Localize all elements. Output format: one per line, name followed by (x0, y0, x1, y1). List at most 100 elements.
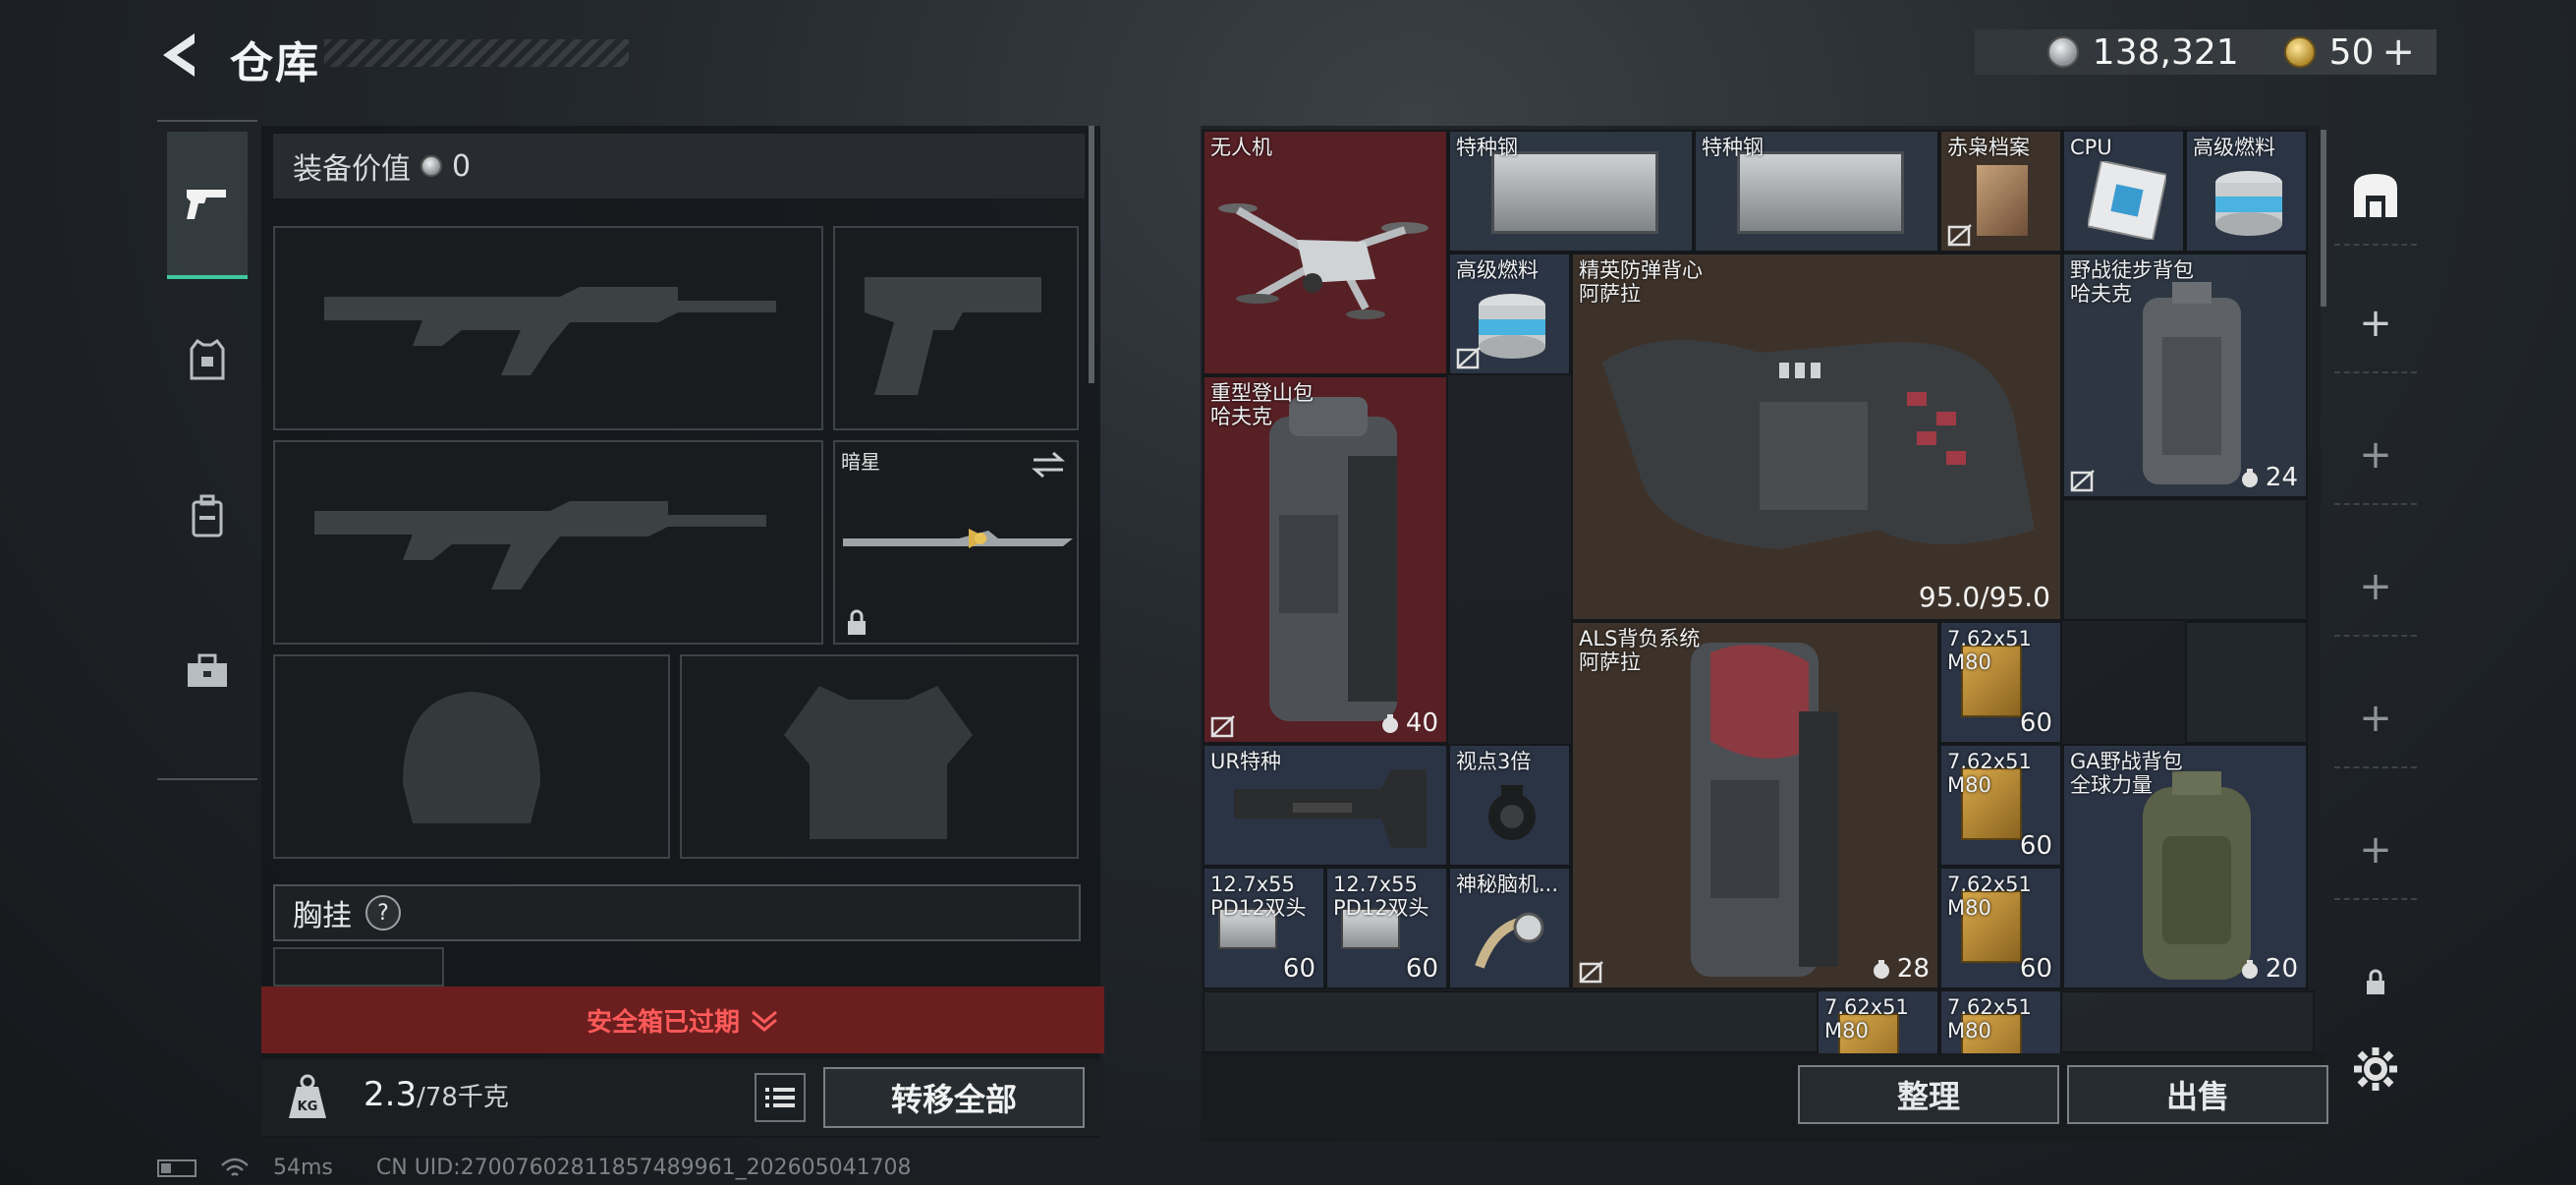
rifle-silhouette-icon (314, 501, 766, 590)
item-name: 12.7x55 PD12双头 (1333, 873, 1429, 920)
item-name: ALS背负系统 阿萨拉 (1579, 627, 1701, 674)
capacity-value: 24 (2265, 463, 2298, 492)
armor-silhouette-icon (784, 686, 973, 839)
item-heavy-mountain-backpack[interactable]: 重型登山包 哈夫克 40 (1203, 375, 1448, 744)
empty-cell[interactable] (2185, 621, 2308, 744)
swap-icon[interactable] (1032, 450, 1065, 480)
safebox-expired-banner[interactable]: 安全箱已过期 (261, 987, 1104, 1053)
add-page-button[interactable]: + (2334, 275, 2417, 373)
chest-rig-row[interactable]: 胸挂 ? (273, 884, 1081, 941)
chest-rig-label: 胸挂 (293, 899, 352, 933)
untradeable-icon (1210, 715, 1235, 738)
sell-button[interactable]: 出售 (2067, 1065, 2328, 1124)
currency-bar: 138,321 50 + (1975, 29, 2436, 75)
rifle-silhouette-icon (324, 287, 776, 375)
transfer-all-button[interactable]: 转移全部 (823, 1067, 1085, 1128)
warehouse-scrollbar[interactable] (2321, 130, 2326, 307)
weight-kg-icon: KG (283, 1073, 332, 1122)
item-ur-stock[interactable]: UR特种 (1203, 744, 1448, 867)
untradeable-icon (1456, 347, 1481, 369)
locked-page[interactable] (2334, 933, 2417, 1032)
tab-toolbox[interactable] (167, 597, 248, 745)
item-name: 神秘脑机... (1456, 873, 1559, 896)
settings-icon[interactable] (2352, 1045, 2399, 1097)
steel-plate-icon (1491, 151, 1658, 234)
help-icon[interactable]: ? (365, 895, 401, 931)
item-name: 7.62x51 M80 (1947, 627, 2032, 674)
empty-cell[interactable] (2062, 498, 2308, 621)
backpack-capacity: 20 (2240, 954, 2298, 984)
primary-weapon-slot-1[interactable] (273, 226, 823, 430)
item-name: 高级燃料 (1456, 258, 1539, 282)
drone-icon (1218, 203, 1428, 319)
ping-value: 54ms (273, 1156, 333, 1180)
chevron-down-icon (752, 1010, 777, 1032)
item-name: 高级燃料 (2193, 136, 2275, 159)
warehouse-grid: 无人机 特种钢 特种钢 赤枭档案 CPU 高级燃料 高级燃料 精英防弹背心 阿萨… (1203, 130, 2315, 1053)
back-icon[interactable] (155, 29, 202, 81)
item-mystery-brain-device[interactable]: 神秘脑机... (1448, 867, 1571, 989)
user-uid: CN UID:270076028118574899​61_20260504170… (375, 1156, 912, 1180)
item-ammo-762[interactable]: 7.62x51 M80 60 (1939, 744, 2062, 867)
item-name: 野战徒步背包 哈夫克 (2070, 258, 2194, 306)
item-name: 重型登山包 哈夫克 (1210, 381, 1314, 428)
silver-coin-icon (2046, 36, 2079, 68)
capacity-value: 20 (2265, 954, 2298, 984)
item-ga-field-backpack[interactable]: GA野战背包 全球力量 20 (2062, 744, 2308, 989)
item-ammo-762[interactable]: 7.62x51 M80 (1939, 989, 2062, 1053)
item-ammo-127[interactable]: 12.7x55 PD12双头 60 (1203, 867, 1325, 989)
item-ammo-762[interactable]: 7.62x51 M80 60 (1939, 621, 2062, 744)
backpack-capacity: 28 (1872, 954, 1930, 984)
add-page-button[interactable]: + (2334, 407, 2417, 505)
backpack-capacity: 40 (1380, 708, 1438, 738)
add-currency-button[interactable]: + (2381, 29, 2415, 75)
item-special-steel[interactable]: 特种钢 (1694, 130, 1939, 253)
item-special-steel[interactable]: 特种钢 (1448, 130, 1694, 253)
melee-slot[interactable]: 暗星 (833, 440, 1079, 645)
list-icon (765, 1088, 795, 1107)
tab-backpack[interactable] (167, 442, 248, 590)
equipment-scrollbar[interactable] (1089, 126, 1094, 383)
item-elite-armor-vest[interactable]: 精英防弹背心 阿萨拉 95.0/95.0 (1571, 253, 2062, 621)
body-armor-slot[interactable] (680, 654, 1079, 859)
item-red-owl-files[interactable]: 赤枭档案 (1939, 130, 2062, 253)
equipment-tab-column (157, 120, 257, 780)
item-name: 7.62x51 M80 (1947, 750, 2032, 797)
rifle-stock-icon (1234, 769, 1427, 848)
melee-name: 暗星 (841, 450, 880, 474)
item-name: 赤枭档案 (1947, 136, 2030, 159)
sort-button[interactable]: 整理 (1798, 1065, 2059, 1124)
list-view-button[interactable] (755, 1073, 806, 1122)
tab-weapons[interactable] (167, 132, 248, 279)
item-cpu[interactable]: CPU (2062, 130, 2185, 253)
warehouse-main-tab[interactable] (2334, 147, 2417, 246)
item-ammo-762[interactable]: 7.62x51 M80 60 (1939, 867, 2062, 989)
armor-vest-icon (190, 339, 225, 380)
chest-rig-slot[interactable] (273, 947, 444, 987)
sidearm-slot[interactable] (833, 226, 1079, 430)
weight-max: /78千克 (417, 1083, 509, 1112)
primary-weapon-slot-2[interactable] (273, 440, 823, 645)
scope-icon (1488, 785, 1536, 840)
item-advanced-fuel[interactable]: 高级燃料 (2185, 130, 2308, 253)
item-name: CPU (2070, 136, 2112, 159)
helmet-slot[interactable] (273, 654, 670, 859)
item-count: 60 (2019, 831, 2052, 861)
lock-icon (848, 609, 866, 635)
item-ammo-127[interactable]: 12.7x55 PD12双头 60 (1325, 867, 1448, 989)
item-scope-3x[interactable]: 视点3倍 (1448, 744, 1571, 867)
item-count: 60 (1282, 954, 1316, 984)
tab-armor[interactable] (167, 287, 248, 434)
item-drone[interactable]: 无人机 (1203, 130, 1448, 375)
add-page-button[interactable]: + (2334, 802, 2417, 900)
item-field-hiking-backpack[interactable]: 野战徒步背包 哈夫克 24 (2062, 253, 2308, 498)
lock-icon (2367, 969, 2384, 994)
item-advanced-fuel[interactable]: 高级燃料 (1448, 253, 1571, 375)
add-page-button[interactable]: + (2334, 538, 2417, 637)
add-page-button[interactable]: + (2334, 670, 2417, 768)
equipment-value-row: 装备价值 0 (273, 134, 1085, 198)
equipment-value: 0 (452, 148, 472, 184)
item-ammo-762[interactable]: 7.62x51 M80 (1817, 989, 1939, 1053)
warehouse-page-strip: + + + + + (2334, 147, 2417, 1012)
item-als-carry-system[interactable]: ALS背负系统 阿萨拉 28 (1571, 621, 1939, 989)
